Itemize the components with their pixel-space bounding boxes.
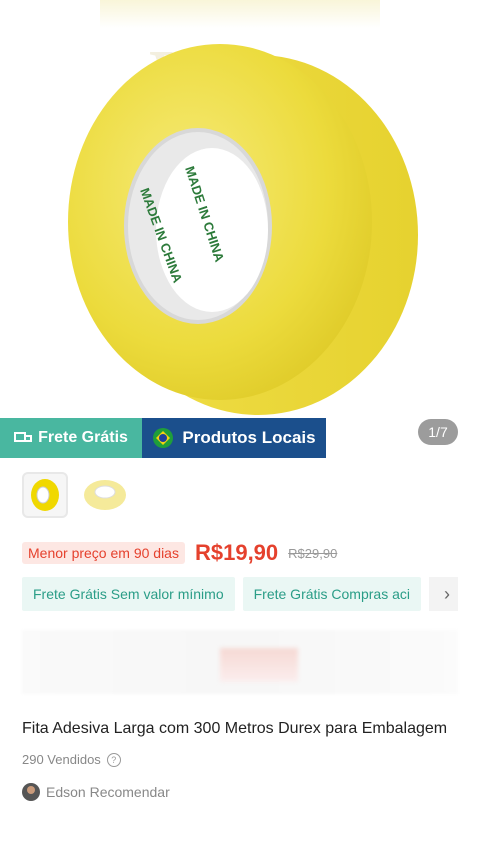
image-counter: 1/7 xyxy=(418,419,458,445)
sold-count: 290 Vendidos ? xyxy=(22,752,121,767)
truck-icon xyxy=(14,432,33,442)
recommender-row[interactable]: Edson Recomendar xyxy=(22,783,170,801)
tape-thumb-icon xyxy=(31,479,59,511)
chevron-right-icon[interactable]: › xyxy=(428,577,458,611)
thumbnail-2[interactable] xyxy=(82,472,128,518)
price-row: Menor preço em 90 dias R$19,90 R$29,90 xyxy=(22,540,337,566)
brazil-flag-icon xyxy=(153,428,174,448)
blurred-block xyxy=(220,648,298,682)
product-image-carousel[interactable]: WA MADE IN CHINA MADE IN CHINA 1/7 xyxy=(0,0,480,460)
free-shipping-badge: Frete Grátis xyxy=(0,418,142,458)
local-products-label: Produtos Locais xyxy=(182,428,316,447)
product-title: Fita Adesiva Larga com 300 Metros Durex … xyxy=(22,720,448,737)
recommender-label: Edson Recomendar xyxy=(46,784,170,800)
tape-thumb-icon-2 xyxy=(84,480,126,510)
sold-count-label: 290 Vendidos xyxy=(22,752,101,767)
badge-row: Frete Grátis Produtos Locais xyxy=(0,418,326,458)
promo-row: Frete Grátis Sem valor mínimo Frete Grát… xyxy=(22,577,458,611)
thumbnail-strip xyxy=(22,472,128,518)
lowest-price-tag: Menor preço em 90 dias xyxy=(22,542,185,564)
promo-free-shipping-purchases[interactable]: Frete Grátis Compras aci xyxy=(242,577,421,611)
thumbnail-1[interactable] xyxy=(22,472,68,518)
help-icon[interactable]: ? xyxy=(106,752,121,767)
tape-roll-image: MADE IN CHINA MADE IN CHINA xyxy=(68,44,418,415)
current-price: R$19,90 xyxy=(194,540,279,565)
original-price: R$29,90 xyxy=(288,545,338,561)
local-products-badge: Produtos Locais xyxy=(142,418,326,458)
free-shipping-label: Frete Grátis xyxy=(38,429,128,446)
promo-free-shipping-no-minimum[interactable]: Frete Grátis Sem valor mínimo xyxy=(22,577,235,611)
avatar xyxy=(22,783,40,801)
